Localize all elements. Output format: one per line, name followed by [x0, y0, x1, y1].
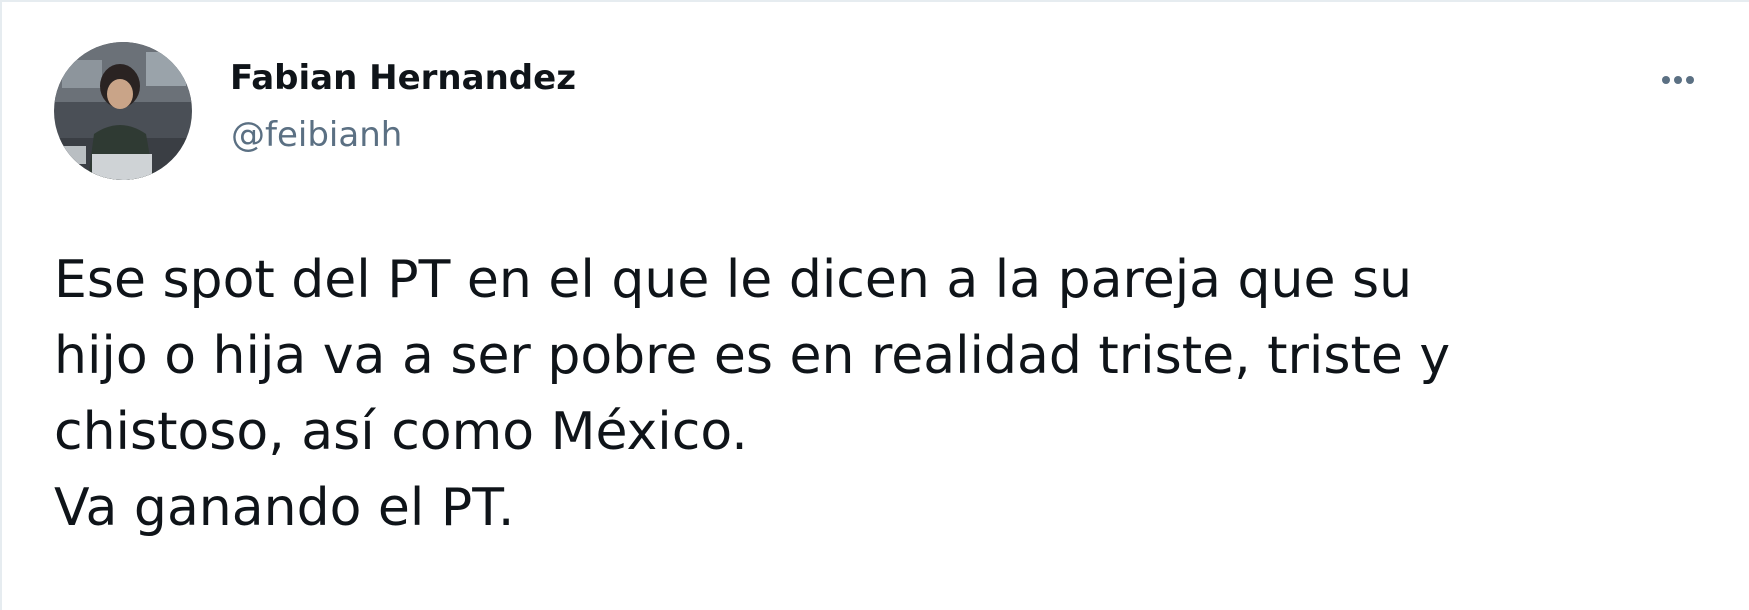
tweet-text-line: chistoso, así como México. — [54, 402, 748, 462]
avatar-image — [54, 42, 192, 180]
more-horizontal-icon — [1662, 76, 1694, 84]
tweet-card[interactable]: Fabian Hernandez @feibianh Ese spot del … — [0, 0, 1749, 610]
tweet-text: Ese spot del PT en el que le dicen a la … — [54, 242, 1694, 546]
tweet-text-line: Ese spot del PT en el que le dicen a la … — [54, 250, 1413, 310]
tweet-text-line: hijo o hija va a ser pobre es en realida… — [54, 326, 1451, 386]
author-display-name[interactable]: Fabian Hernandez — [230, 58, 576, 98]
author-handle[interactable]: @feibianh — [231, 115, 402, 155]
tweet-text-line: Va ganando el PT. — [54, 478, 515, 538]
avatar[interactable] — [54, 42, 192, 180]
more-options-button[interactable] — [1650, 60, 1706, 100]
